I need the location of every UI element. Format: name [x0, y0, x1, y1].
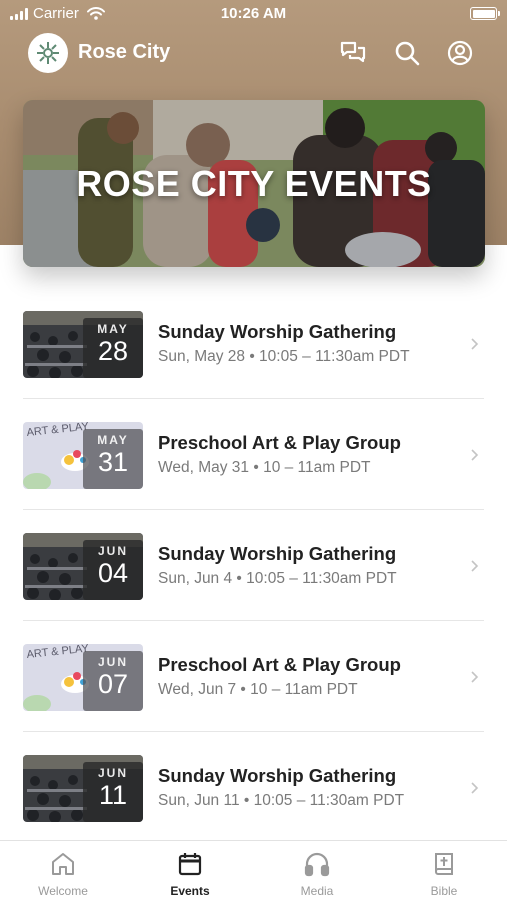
- event-time: Sun, May 28 • 10:05 – 11:30am PDT: [158, 348, 410, 365]
- chevron-right-icon: [471, 449, 479, 461]
- hero-title: ROSE CITY EVENTS: [76, 162, 432, 204]
- battery-icon: [470, 7, 500, 20]
- profile-icon[interactable]: [445, 38, 475, 68]
- app-header: Rose City: [0, 30, 507, 76]
- event-date-badge: JUN 11: [83, 762, 143, 822]
- event-time: Sun, Jun 4 • 10:05 – 11:30am PDT: [158, 570, 397, 587]
- event-month: JUN: [97, 544, 128, 558]
- tab-label: Events: [170, 884, 210, 898]
- chevron-right-icon: [471, 671, 479, 683]
- event-date-badge: MAY 31: [83, 429, 143, 489]
- event-title: Preschool Art & Play Group: [158, 432, 401, 453]
- event-time: Sun, Jun 11 • 10:05 – 11:30am PDT: [158, 792, 405, 809]
- event-title: Sunday Worship Gathering: [158, 321, 397, 342]
- event-day: 11: [98, 780, 128, 810]
- church-logo[interactable]: [28, 33, 68, 73]
- event-day: 07: [97, 669, 129, 699]
- event-day: 31: [97, 447, 129, 477]
- tab-label: Media: [300, 884, 334, 898]
- tab-events[interactable]: Events: [127, 841, 253, 900]
- calendar-icon: [178, 853, 202, 876]
- tab-bar: Welcome Events Media Bible: [0, 840, 507, 900]
- event-thumbnail: ART & PLAY JUN 07: [23, 644, 143, 711]
- event-time: Wed, May 31 • 10 – 11am PDT: [158, 459, 371, 476]
- event-title: Preschool Art & Play Group: [158, 654, 401, 675]
- event-month: MAY: [97, 433, 129, 447]
- tab-media[interactable]: Media: [254, 841, 380, 900]
- event-month: JUN: [97, 655, 128, 669]
- event-thumbnail: JUN 11: [23, 755, 143, 822]
- event-thumbnail: ART & PLAY MAY 31: [23, 422, 143, 489]
- event-thumbnail: MAY 28: [23, 311, 143, 378]
- chevron-right-icon: [471, 560, 479, 572]
- event-day: 28: [97, 336, 129, 366]
- event-date-badge: JUN 04: [83, 540, 143, 600]
- event-title: Sunday Worship Gathering: [158, 543, 397, 564]
- bible-icon: [435, 853, 453, 875]
- event-item[interactable]: JUN 04 Sunday Worship Gathering Sun, Jun…: [0, 510, 507, 621]
- status-time: 10:26 AM: [220, 5, 287, 22]
- app-title: Rose City: [78, 41, 171, 63]
- event-month: JUN: [97, 766, 128, 780]
- event-time: Wed, Jun 7 • 10 – 11am PDT: [158, 681, 358, 698]
- chevron-right-icon: [471, 338, 479, 350]
- status-bar: Carrier 10:26 AM: [0, 0, 507, 28]
- chat-icon[interactable]: [338, 38, 368, 68]
- event-day: 04: [97, 558, 129, 588]
- logo-mark-icon: [37, 42, 59, 64]
- search-icon[interactable]: [392, 38, 422, 68]
- tab-label: Welcome: [38, 884, 88, 898]
- home-icon: [52, 853, 74, 875]
- event-month: MAY: [97, 322, 129, 336]
- event-thumbnail: JUN 04: [23, 533, 143, 600]
- event-item[interactable]: MAY 28 Sunday Worship Gathering Sun, May…: [0, 288, 507, 399]
- event-item[interactable]: JUN 11 Sunday Worship Gathering Sun, Jun…: [0, 732, 507, 843]
- event-date-badge: MAY 28: [83, 318, 143, 378]
- headphones-icon: [304, 852, 330, 877]
- event-item[interactable]: ART & PLAY JUN 07 Preschool Art & Play G…: [0, 621, 507, 732]
- event-title: Sunday Worship Gathering: [158, 765, 397, 786]
- tab-label: Bible: [430, 884, 458, 898]
- event-date-badge: JUN 07: [83, 651, 143, 711]
- hero-banner[interactable]: ROSE CITY EVENTS: [23, 100, 485, 267]
- tab-welcome[interactable]: Welcome: [0, 841, 126, 900]
- chevron-right-icon: [471, 782, 479, 794]
- tab-bible[interactable]: Bible: [381, 841, 507, 900]
- event-item[interactable]: ART & PLAY MAY 31 Preschool Art & Play G…: [0, 399, 507, 510]
